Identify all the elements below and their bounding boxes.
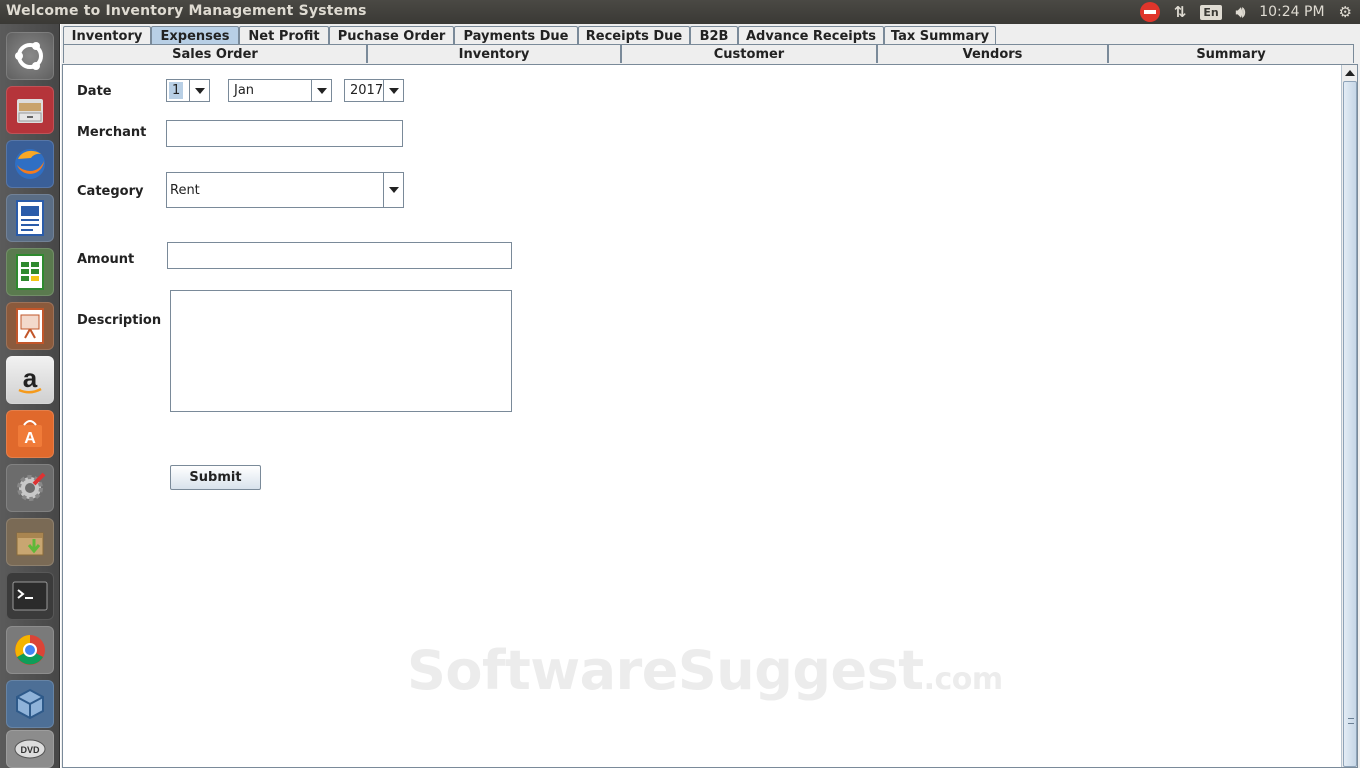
chevron-down-icon[interactable] — [189, 80, 209, 101]
grip-icon — [1348, 718, 1354, 724]
tab-purchase-order[interactable]: Puchase Order — [329, 26, 454, 45]
clock[interactable]: 10:24 PM — [1259, 4, 1324, 20]
launcher-sidebar: a A DVD — [0, 24, 60, 768]
tab-advance-receipts[interactable]: Advance Receipts — [738, 26, 884, 45]
sub-tab-bar: Sales Order Inventory Customer Vendors S… — [63, 44, 1356, 63]
ubuntu-dash-icon[interactable] — [6, 32, 54, 80]
tab-inventory[interactable]: Inventory — [63, 26, 151, 45]
chevron-down-icon[interactable] — [383, 173, 403, 207]
tab-expenses[interactable]: Expenses — [151, 26, 239, 45]
file-cabinet-icon[interactable] — [6, 86, 54, 134]
submit-button[interactable]: Submit — [170, 465, 261, 490]
expense-form-panel: Date 1 Jan 2017 Merchant Category Rent A… — [62, 64, 1358, 768]
tab-payments-due[interactable]: Payments Due — [454, 26, 578, 45]
month-value: Jan — [234, 83, 255, 98]
tab-vendors[interactable]: Vendors — [877, 44, 1108, 63]
window-title: Welcome to Inventory Management Systems — [6, 3, 367, 19]
virtualbox-icon[interactable] — [6, 680, 54, 728]
year-value: 2017 — [350, 83, 384, 98]
tab-sub-inventory[interactable]: Inventory — [367, 44, 621, 63]
impress-presentation-icon[interactable] — [6, 302, 54, 350]
submit-label: Submit — [189, 470, 242, 485]
svg-text:A: A — [24, 430, 36, 447]
settings-gear-icon[interactable]: ⚙ — [1339, 3, 1352, 21]
tab-b2b[interactable]: B2B — [690, 26, 738, 45]
merchant-label: Merchant — [77, 125, 147, 140]
svg-text:DVD: DVD — [20, 745, 40, 755]
terminal-icon[interactable] — [6, 572, 54, 620]
tab-customer[interactable]: Customer — [621, 44, 877, 63]
chrome-icon[interactable] — [6, 626, 54, 674]
tab-summary[interactable]: Summary — [1108, 44, 1354, 63]
firefox-icon[interactable] — [6, 140, 54, 188]
chevron-down-icon[interactable] — [383, 80, 403, 101]
tab-net-profit[interactable]: Net Profit — [239, 26, 329, 45]
writer-document-icon[interactable] — [6, 194, 54, 242]
scrollbar-thumb[interactable] — [1343, 81, 1357, 767]
merchant-input[interactable] — [166, 120, 403, 147]
calc-spreadsheet-icon[interactable] — [6, 248, 54, 296]
system-settings-icon[interactable] — [6, 464, 54, 512]
date-label: Date — [77, 84, 112, 99]
language-label: En — [1200, 4, 1222, 20]
description-textarea[interactable] — [170, 290, 512, 412]
system-top-bar: Welcome to Inventory Management Systems … — [0, 0, 1360, 24]
amount-label: Amount — [77, 252, 135, 267]
tab-receipts-due[interactable]: Receipts Due — [578, 26, 690, 45]
chevron-down-icon[interactable] — [311, 80, 331, 101]
category-value: Rent — [170, 182, 200, 198]
year-select[interactable]: 2017 — [344, 79, 404, 102]
no-entry-icon[interactable] — [1139, 2, 1160, 22]
software-center-icon[interactable]: A — [6, 410, 54, 458]
category-label: Category — [77, 184, 144, 199]
network-arrows-icon[interactable]: ⇅ — [1174, 3, 1187, 21]
watermark: SoftwareSuggest.com — [407, 639, 1003, 702]
vertical-scrollbar[interactable] — [1341, 65, 1357, 767]
volume-icon[interactable]: 🔊︎ — [1236, 3, 1245, 21]
tab-sales-order[interactable]: Sales Order — [63, 44, 367, 63]
tab-tax-summary[interactable]: Tax Summary — [884, 26, 996, 45]
scroll-up-arrow-icon[interactable] — [1344, 67, 1356, 79]
svg-text:a: a — [23, 363, 38, 393]
dvd-icon[interactable]: DVD — [6, 730, 54, 768]
day-value: 1 — [169, 82, 184, 99]
month-select[interactable]: Jan — [228, 79, 332, 102]
app-window: Inventory Expenses Net Profit Puchase Or… — [61, 24, 1360, 768]
archive-install-icon[interactable] — [6, 518, 54, 566]
description-label: Description — [77, 313, 162, 328]
keyboard-language-indicator[interactable]: En — [1200, 4, 1222, 20]
day-select[interactable]: 1 — [166, 79, 210, 102]
category-select[interactable]: Rent — [166, 172, 404, 208]
system-tray: ⇅ En 🔊︎ 10:24 PM ⚙ — [1139, 0, 1360, 24]
amount-input[interactable] — [167, 242, 512, 269]
amazon-icon[interactable]: a — [6, 356, 54, 404]
